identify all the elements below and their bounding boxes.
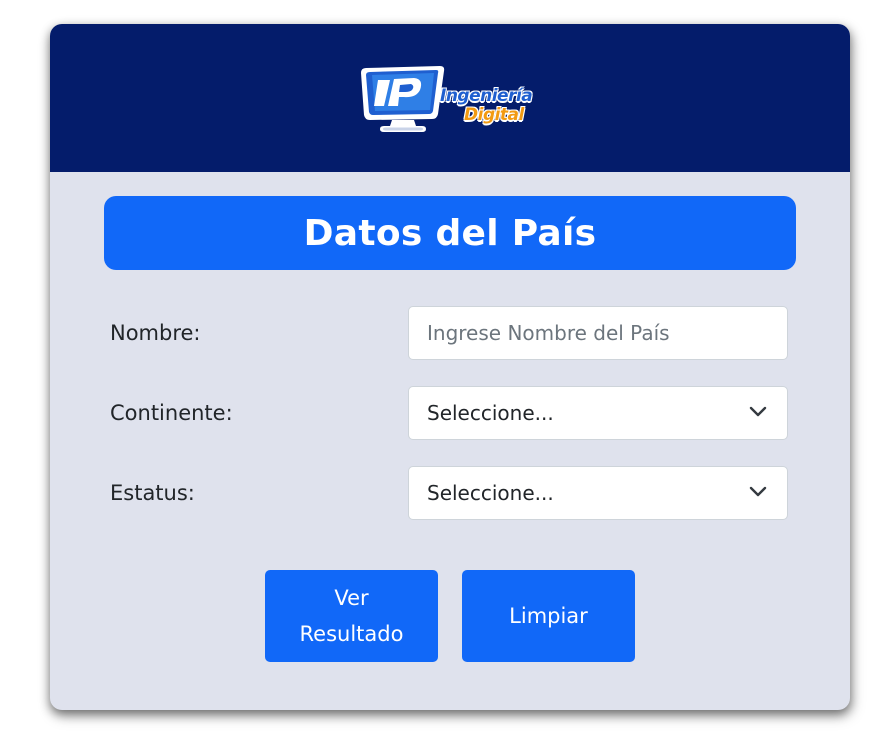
monitor-logo-icon	[361, 66, 445, 132]
continente-select[interactable]: Seleccione...	[408, 386, 788, 440]
logo-text-digital: Digital	[464, 105, 524, 125]
form-card: Ingeniería Digital Datos del País Nombre…	[50, 24, 850, 710]
chevron-down-icon	[749, 486, 767, 497]
limpiar-label: Limpiar	[509, 604, 588, 628]
ver-resultado-button[interactable]: Ver Resultado	[265, 570, 438, 662]
limpiar-button[interactable]: Limpiar	[462, 570, 635, 662]
form-title-bar: Datos del País	[104, 196, 796, 270]
nombre-input[interactable]	[409, 307, 787, 359]
header-banner: Ingeniería Digital	[50, 24, 850, 172]
continente-selected-value: Seleccione...	[427, 401, 554, 425]
chevron-down-icon	[749, 406, 767, 417]
estatus-label: Estatus:	[110, 481, 195, 505]
form-title: Datos del País	[303, 212, 597, 254]
brand-logo: Ingeniería Digital	[358, 62, 542, 136]
nombre-label: Nombre:	[110, 321, 201, 345]
continente-label: Continente:	[110, 401, 233, 425]
estatus-select[interactable]: Seleccione...	[408, 466, 788, 520]
estatus-selected-value: Seleccione...	[427, 481, 554, 505]
ver-resultado-label: Ver Resultado	[299, 586, 404, 646]
nombre-field[interactable]	[408, 306, 788, 360]
logo-text-ingenieria: Ingeniería	[440, 86, 533, 106]
